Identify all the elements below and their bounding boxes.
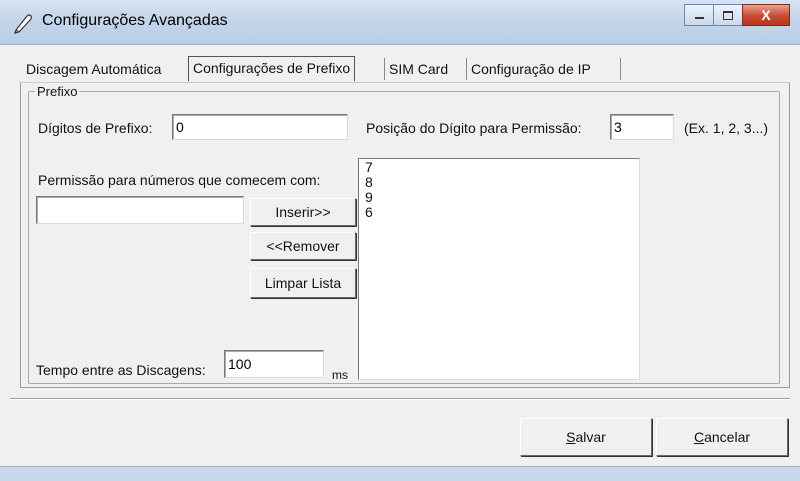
minimize-button[interactable] — [684, 4, 714, 26]
prefix-digits-label: Dígitos de Prefixo: — [38, 120, 153, 136]
dial-interval-label: Tempo entre as Discagens: — [36, 362, 206, 378]
footer-separator — [10, 398, 790, 400]
interval-unit-label: ms — [332, 368, 348, 382]
permission-number-input[interactable] — [36, 196, 244, 224]
pen-icon — [14, 14, 32, 34]
remove-button[interactable]: <<Remover — [250, 232, 356, 260]
tab-configuracoes-de-prefixo[interactable]: Configurações de Prefixo — [188, 56, 356, 81]
list-item[interactable]: 9 — [365, 190, 633, 205]
save-button[interactable]: Salvar — [520, 418, 652, 456]
prefix-digits-input[interactable] — [172, 114, 348, 140]
tab-end-divider — [620, 58, 621, 80]
tab-configuracao-de-ip[interactable]: Configuração de IP — [466, 58, 595, 80]
minimize-icon — [694, 17, 704, 19]
dial-interval-input[interactable] — [224, 350, 324, 378]
example-hint: (Ex. 1, 2, 3...) — [684, 120, 769, 136]
clear-list-button[interactable]: Limpar Lista — [250, 268, 356, 298]
window-controls: X — [684, 4, 790, 26]
permission-numbers-label: Permissão para números que comecem com: — [38, 172, 321, 188]
window-title: Configurações Avançadas — [42, 12, 228, 29]
permission-position-label: Posição do Dígito para Permissão: — [366, 120, 582, 136]
title-bar[interactable]: Configurações Avançadas X — [0, 0, 800, 45]
list-item[interactable]: 7 — [365, 160, 633, 175]
save-button-label: Salvar — [566, 429, 606, 445]
insert-button[interactable]: Inserir>> — [250, 198, 356, 226]
permission-position-input[interactable] — [610, 114, 674, 140]
window-bottom-border — [0, 466, 800, 481]
prefix-group-title: Prefixo — [37, 84, 78, 99]
maximize-button[interactable] — [713, 4, 743, 26]
cancel-button[interactable]: Cancelar — [656, 418, 788, 456]
tab-sim-card[interactable]: SIM Card — [384, 58, 452, 80]
tab-discagem-automatica[interactable]: Discagem Automática — [22, 58, 165, 80]
close-icon: X — [761, 7, 771, 23]
maximize-icon — [723, 10, 733, 20]
close-button[interactable]: X — [742, 4, 790, 26]
list-item[interactable]: 8 — [365, 175, 633, 190]
allowed-prefixes-list[interactable]: 7 8 9 6 — [358, 158, 640, 380]
cancel-button-label: Cancelar — [693, 429, 751, 445]
list-item[interactable]: 6 — [365, 205, 633, 220]
